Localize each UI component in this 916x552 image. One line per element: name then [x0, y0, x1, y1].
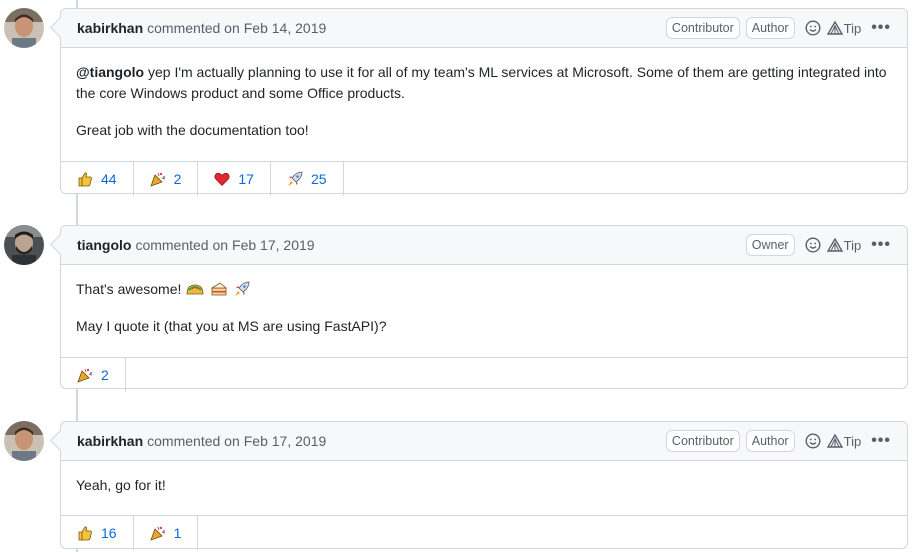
reaction-heart[interactable]: 17: [198, 162, 271, 196]
tada-icon: [149, 525, 166, 541]
tada-icon: [77, 367, 93, 383]
comment-text: yep I'm actually planning to use it for …: [76, 64, 887, 101]
comment-action: commented on: [147, 20, 240, 36]
smiley-icon: [805, 20, 821, 36]
thumbs-up-icon: [77, 171, 93, 187]
smiley-icon: [805, 237, 821, 253]
reaction-tada[interactable]: 2: [134, 162, 199, 196]
reaction-count: 16: [101, 525, 117, 541]
comment-body: Yeah, go for it!: [61, 461, 907, 506]
tip-label: Tip: [843, 20, 862, 36]
comment-author[interactable]: kabirkhan: [77, 20, 143, 36]
add-reaction-button[interactable]: [805, 237, 821, 253]
reaction-count: 25: [310, 171, 327, 187]
comment-action: commented on: [147, 433, 240, 449]
comment: kabirkhan commented on Feb 14, 2019 Cont…: [49, 8, 908, 196]
comment-date[interactable]: Feb 17, 2019: [232, 237, 315, 253]
comment-header: kabirkhan commented on Feb 14, 2019 Cont…: [49, 9, 907, 48]
comment-author[interactable]: kabirkhan: [77, 433, 143, 449]
reaction-count: 17: [238, 171, 254, 187]
tip-button[interactable]: Tip: [826, 237, 862, 253]
reaction-tada[interactable]: 1: [134, 516, 199, 550]
comment-header: tiangolo commented on Feb 17, 2019 Owner…: [49, 226, 907, 265]
reaction-count: 2: [101, 367, 109, 383]
user-mention[interactable]: @tiangolo: [76, 64, 144, 80]
comment-text: That's awesome!: [76, 281, 186, 297]
reactions-bar: 16 1: [61, 515, 907, 550]
contributor-badge: Contributor: [665, 17, 740, 39]
reaction-count: 44: [101, 171, 117, 187]
comment-header: kabirkhan commented on Feb 17, 2019 Cont…: [49, 422, 907, 461]
avatar[interactable]: [4, 8, 44, 48]
reaction-tada[interactable]: 2: [61, 358, 126, 392]
comment-body: @tiangolo yep I'm actually planning to u…: [61, 48, 907, 151]
comment-text: Great job with the documentation too!: [76, 122, 309, 138]
comment-action: commented on: [135, 237, 229, 253]
reaction-count: 2: [173, 171, 182, 187]
reaction-thumbs-up[interactable]: 44: [61, 162, 134, 196]
more-options-button[interactable]: •••: [871, 19, 891, 37]
author-badge: Author: [745, 430, 795, 452]
contributor-badge: Contributor: [665, 430, 740, 452]
comment-text: May I quote it (that you at MS are using…: [76, 318, 387, 334]
tip-icon: [826, 21, 843, 35]
reaction-rocket[interactable]: 25: [271, 162, 344, 196]
tip-label: Tip: [843, 237, 862, 253]
tip-icon: [826, 434, 843, 448]
rocket-icon: [235, 281, 250, 296]
more-options-button[interactable]: •••: [871, 236, 891, 254]
comment: kabirkhan commented on Feb 17, 2019 Cont…: [49, 421, 908, 550]
reactions-bar: 2: [61, 357, 907, 392]
more-options-button[interactable]: •••: [871, 432, 891, 450]
tip-button[interactable]: Tip: [826, 433, 862, 449]
reaction-count: 1: [173, 525, 182, 541]
tip-button[interactable]: Tip: [826, 20, 862, 36]
tip-icon: [826, 238, 843, 252]
comment-body: That's awesome! May I quote it (that you…: [61, 265, 907, 347]
add-reaction-button[interactable]: [805, 433, 821, 449]
thumbs-up-icon: [77, 525, 93, 541]
comment-date[interactable]: Feb 14, 2019: [244, 20, 327, 36]
comment-author[interactable]: tiangolo: [77, 237, 131, 253]
smiley-icon: [805, 433, 821, 449]
heart-icon: [214, 171, 230, 187]
comment-date[interactable]: Feb 17, 2019: [244, 433, 327, 449]
avatar[interactable]: [4, 225, 44, 265]
cake-icon: [210, 282, 228, 296]
avatar[interactable]: [4, 421, 44, 461]
comment-text: Yeah, go for it!: [76, 477, 166, 493]
add-reaction-button[interactable]: [805, 20, 821, 36]
reactions-bar: 44 2 17 25: [61, 161, 907, 196]
taco-icon: [186, 284, 204, 295]
reaction-thumbs-up[interactable]: 16: [61, 516, 134, 550]
tip-label: Tip: [843, 433, 862, 449]
rocket-icon: [287, 171, 303, 187]
tada-icon: [149, 171, 166, 187]
comment: tiangolo commented on Feb 17, 2019 Owner…: [49, 225, 908, 392]
owner-badge: Owner: [745, 234, 795, 256]
author-badge: Author: [745, 17, 795, 39]
